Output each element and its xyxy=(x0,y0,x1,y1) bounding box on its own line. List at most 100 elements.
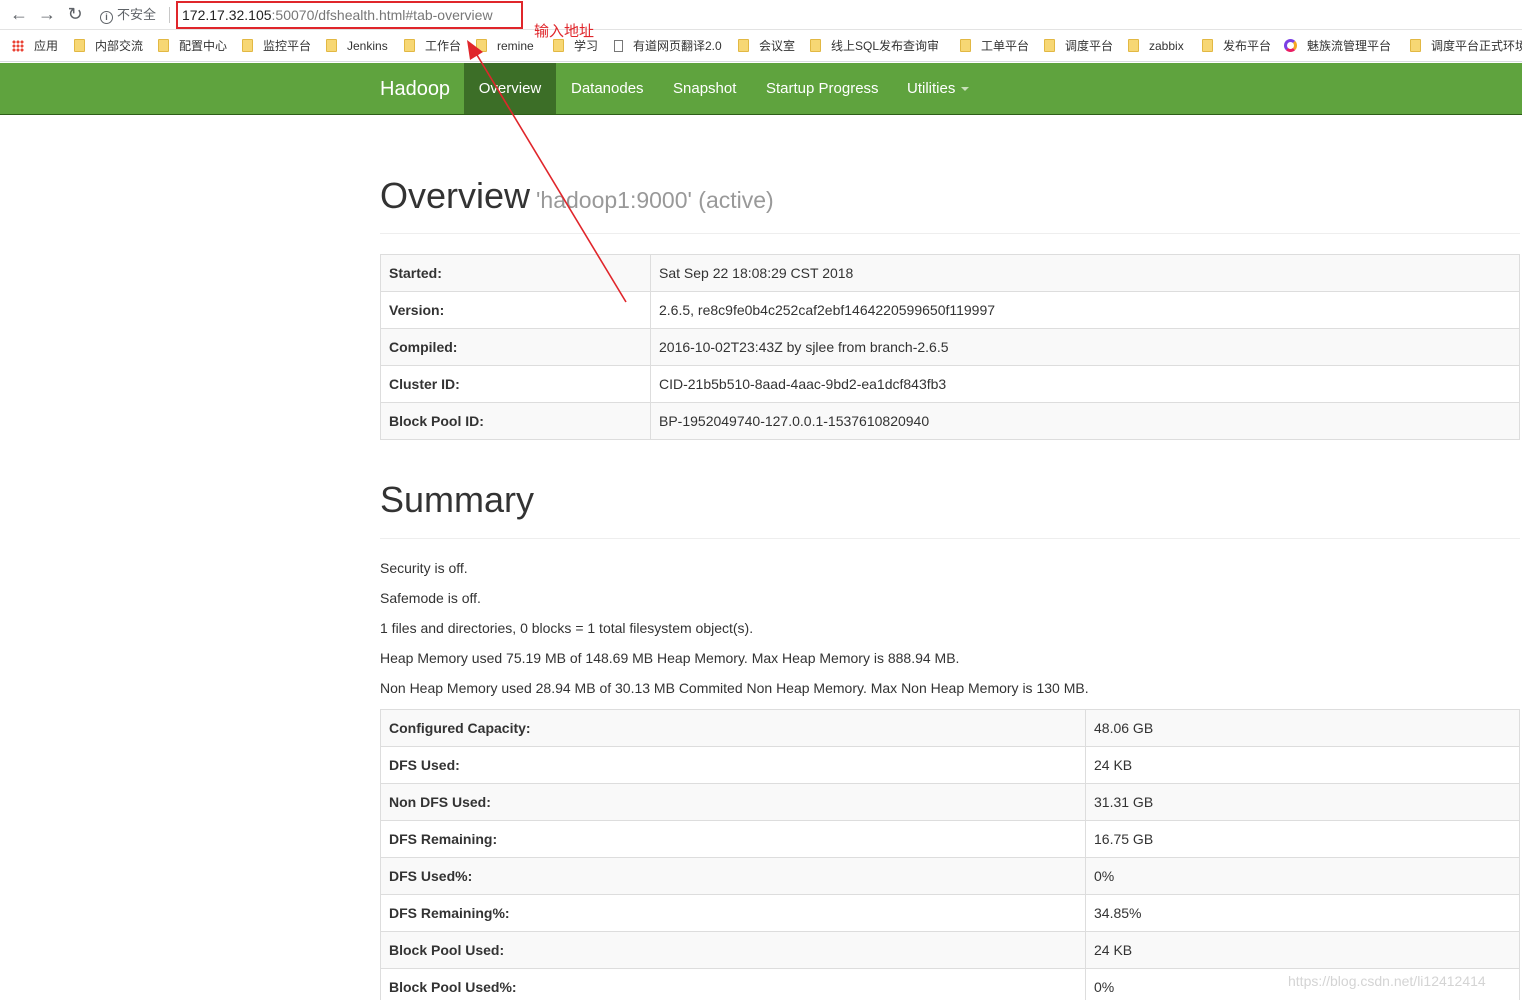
bookmark-label: 学习 xyxy=(574,39,599,53)
overview-title: Overview xyxy=(380,175,531,216)
forward-arrow-icon[interactable]: → xyxy=(36,3,58,25)
bookmark-item[interactable]: 配置中心 xyxy=(158,30,228,61)
row-value: 48.06 GB xyxy=(1085,709,1520,747)
bookmark-label: zabbix xyxy=(1149,39,1184,53)
bookmark-item[interactable]: 调度平台 xyxy=(1044,30,1113,61)
folder-icon xyxy=(158,39,169,52)
table-row: Block Pool Used: 24 KB xyxy=(380,931,1520,969)
row-key: Cluster ID: xyxy=(380,365,651,403)
row-key: Started: xyxy=(380,254,651,292)
row-key: Version: xyxy=(380,291,651,329)
summary-table: Configured Capacity: 48.06 GB DFS Used: 24… xyxy=(380,709,1520,1000)
bookmark-label: 魅族流管理平台 xyxy=(1307,39,1392,53)
overview-subtitle: 'hadoop1:9000' (active) xyxy=(536,187,774,213)
tab-datanodes[interactable]: Datanodes xyxy=(571,63,644,114)
folder-icon xyxy=(1044,39,1055,52)
divider xyxy=(380,233,1520,234)
bookmark-item[interactable]: 魅族流管理平台 xyxy=(1284,30,1392,61)
bookmark-label: remine xyxy=(497,39,534,53)
folder-icon xyxy=(242,39,253,52)
folder-icon xyxy=(74,39,85,52)
bookmark-item[interactable]: 会议室 xyxy=(738,30,796,61)
folder-icon xyxy=(1202,39,1213,52)
folder-icon xyxy=(810,39,821,52)
row-key: Configured Capacity: xyxy=(380,709,1086,747)
security-label: 不安全 xyxy=(117,7,157,22)
brand-logo[interactable]: Hadoop xyxy=(380,63,450,115)
row-key: Block Pool Used: xyxy=(380,931,1086,969)
filesystem-objects: 1 files and directories, 0 blocks = 1 to… xyxy=(380,620,754,636)
row-value: 24 KB xyxy=(1085,746,1520,784)
bookmark-label: 工单平台 xyxy=(981,39,1030,53)
bookmark-item[interactable]: 有道网页翻译2.0 xyxy=(614,30,722,61)
app-ring-icon xyxy=(1284,39,1297,52)
bookmark-item[interactable]: remine xyxy=(476,30,534,61)
table-row: Non DFS Used: 31.31 GB xyxy=(380,783,1520,821)
bookmark-item[interactable]: 线上SQL发布查询审 xyxy=(810,30,939,61)
row-value: Sat Sep 22 18:08:29 CST 2018 xyxy=(650,254,1520,292)
folder-icon xyxy=(738,39,749,52)
row-value: 34.85% xyxy=(1085,894,1520,932)
row-key: Compiled: xyxy=(380,328,651,366)
summary-lines: Security is off. Safemode is off. 1 file… xyxy=(380,558,1089,708)
table-row: Compiled: 2016-10-02T23:43Z by sjlee from… xyxy=(380,328,1520,366)
bookmark-label: 有道网页翻译2.0 xyxy=(633,39,722,53)
url-input[interactable]: 172.17.32.105:50070/dfshealth.html#tab-o… xyxy=(176,1,523,29)
page-icon xyxy=(614,40,623,52)
row-value: CID-21b5b510-8aad-4aac-9bd2-ea1dcf843fb3 xyxy=(650,365,1520,403)
browser-address-bar: ← → ↻ i 不安全 172.17.32.105:50070/dfshealth… xyxy=(0,0,1522,30)
bookmark-label: 内部交流 xyxy=(95,39,144,53)
table-row: Configured Capacity: 48.06 GB xyxy=(380,709,1520,747)
bookmark-label: Jenkins xyxy=(347,39,388,53)
row-key: DFS Used%: xyxy=(380,857,1086,895)
table-row: Version: 2.6.5, re8c9fe0b4c252caf2ebf1464… xyxy=(380,291,1520,329)
bookmark-item[interactable]: 调度平台正式环境 xyxy=(1410,30,1522,61)
folder-icon xyxy=(476,39,487,52)
folder-icon xyxy=(404,39,415,52)
row-key: Non DFS Used: xyxy=(380,783,1086,821)
summary-heading: Summary xyxy=(380,479,535,520)
bookmark-label: 发布平台 xyxy=(1223,39,1272,53)
bookmark-apps[interactable]: 应用 xyxy=(12,30,58,61)
annotation-label: 输入地址 xyxy=(534,23,595,40)
tab-overview[interactable]: Overview xyxy=(464,63,556,114)
folder-icon xyxy=(1410,39,1421,52)
tab-utilities-label: Utilities xyxy=(907,80,956,97)
row-key: DFS Used: xyxy=(380,746,1086,784)
security-indicator[interactable]: i 不安全 xyxy=(100,6,156,24)
info-icon: i xyxy=(100,11,113,24)
row-key: DFS Remaining: xyxy=(380,820,1086,858)
folder-icon xyxy=(960,39,971,52)
folder-icon xyxy=(326,39,337,52)
bookmark-label: 配置中心 xyxy=(179,39,228,53)
table-row: Block Pool ID: BP-1952049740-127.0.0.1-15… xyxy=(380,402,1520,440)
tab-snapshot[interactable]: Snapshot xyxy=(673,63,736,114)
bookmark-item[interactable]: 发布平台 xyxy=(1202,30,1272,61)
row-value: 16.75 GB xyxy=(1085,820,1520,858)
bookmark-item[interactable]: 工单平台 xyxy=(960,30,1030,61)
caret-down-icon xyxy=(961,87,970,91)
bookmark-item[interactable]: Jenkins xyxy=(326,30,388,61)
bookmark-label: 工作台 xyxy=(425,39,462,53)
back-arrow-icon[interactable]: ← xyxy=(8,3,30,25)
tab-startup-progress[interactable]: Startup Progress xyxy=(766,63,879,114)
heap-memory: Heap Memory used 75.19 MB of 148.69 MB H… xyxy=(380,650,960,666)
bookmark-item[interactable]: 监控平台 xyxy=(242,30,311,61)
url-host: 172.17.32.105 xyxy=(182,7,272,23)
divider xyxy=(169,7,170,23)
table-row: DFS Used%: 0% xyxy=(380,857,1520,895)
row-key: DFS Remaining%: xyxy=(380,894,1086,932)
table-row: Started: Sat Sep 22 18:08:29 CST 2018 xyxy=(380,254,1520,292)
table-row: DFS Remaining: 16.75 GB xyxy=(380,820,1520,858)
divider xyxy=(380,538,1520,539)
bookmark-item[interactable]: 工作台 xyxy=(404,30,462,61)
bookmark-item[interactable]: zabbix xyxy=(1128,30,1184,61)
table-row: DFS Used: 24 KB xyxy=(380,746,1520,784)
row-value: 0% xyxy=(1085,857,1520,895)
safemode-status: Safemode is off. xyxy=(380,590,481,606)
bookmark-label: 会议室 xyxy=(759,39,796,53)
reload-icon[interactable]: ↻ xyxy=(64,3,86,25)
bookmark-item[interactable]: 内部交流 xyxy=(74,30,144,61)
tab-utilities[interactable]: Utilities xyxy=(907,63,970,114)
non-heap-memory: Non Heap Memory used 28.94 MB of 30.13 M… xyxy=(380,680,1089,696)
